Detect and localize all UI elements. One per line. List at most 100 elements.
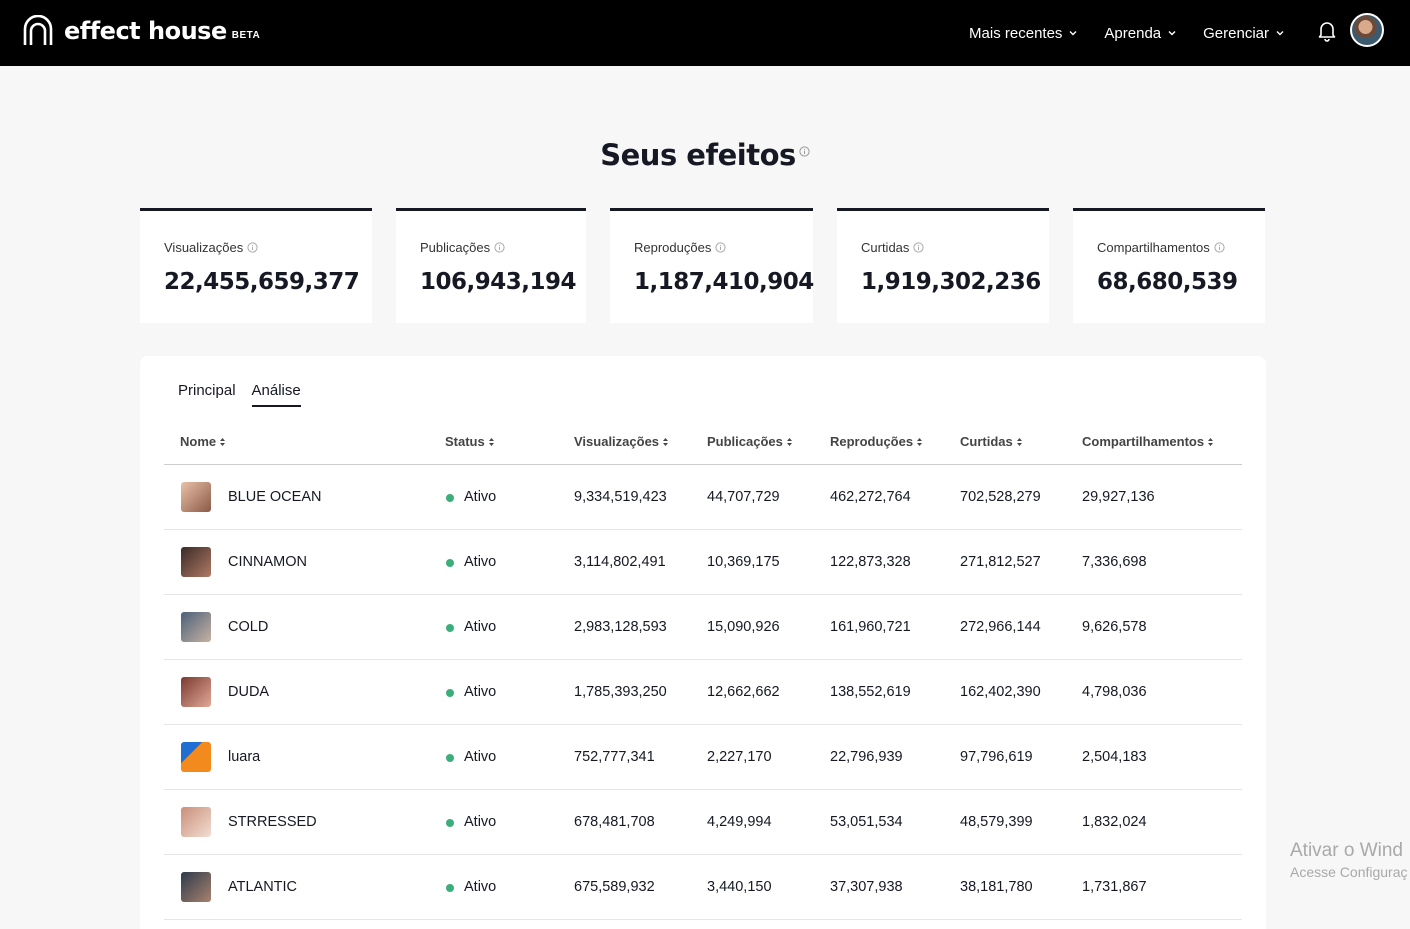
nav-label: Gerenciar bbox=[1203, 24, 1269, 42]
stat-label-row: Visualizações bbox=[164, 240, 258, 255]
shares-cell: 29,927,136 bbox=[1082, 489, 1155, 505]
status-text: Ativo bbox=[464, 814, 497, 830]
column-header-curtidas[interactable]: Curtidas bbox=[960, 434, 1023, 449]
sort-icon bbox=[1016, 437, 1022, 446]
column-header-publicacoes[interactable]: Publicações bbox=[707, 434, 793, 449]
bell-icon[interactable] bbox=[1317, 20, 1337, 42]
shares-cell: 1,731,867 bbox=[1082, 879, 1147, 895]
column-header-reproducoes[interactable]: Reproduções bbox=[830, 434, 923, 449]
likes-cell: 38,181,780 bbox=[960, 879, 1033, 895]
column-label: Visualizações bbox=[574, 434, 660, 449]
likes-cell: 48,579,399 bbox=[960, 814, 1033, 830]
shares-cell: 9,626,578 bbox=[1082, 619, 1147, 635]
stat-card-compartilhamentos: Compartilhamentos 68,680,539 bbox=[1073, 208, 1265, 323]
chevron-down-icon bbox=[1168, 31, 1176, 36]
column-label: Publicações bbox=[707, 434, 783, 449]
tab-principal[interactable]: Principal bbox=[178, 382, 236, 407]
table-row[interactable]: ATLANTIC Ativo 675,589,932 3,440,150 37,… bbox=[164, 855, 1242, 920]
logo-arch-icon bbox=[23, 15, 53, 45]
info-icon[interactable] bbox=[247, 242, 258, 253]
stat-value: 68,680,539 bbox=[1097, 269, 1238, 295]
table-row[interactable]: luara Ativo 752,777,341 2,227,170 22,796… bbox=[164, 725, 1242, 790]
stat-value: 22,455,659,377 bbox=[164, 269, 360, 295]
status-dot bbox=[446, 689, 454, 697]
tab-analise[interactable]: Análise bbox=[251, 382, 301, 407]
likes-cell: 162,402,390 bbox=[960, 684, 1041, 700]
column-header-status[interactable]: Status bbox=[445, 434, 495, 449]
status-dot bbox=[446, 624, 454, 632]
plays-cell: 22,796,939 bbox=[830, 749, 903, 765]
column-header-nome[interactable]: Nome bbox=[180, 434, 226, 449]
status-dot bbox=[446, 494, 454, 502]
watermark-line2: Acesse Configuraç bbox=[1290, 864, 1408, 880]
table-row[interactable]: DUDA Ativo 1,785,393,250 12,662,662 138,… bbox=[164, 660, 1242, 725]
status-text: Ativo bbox=[464, 879, 497, 895]
likes-cell: 271,812,527 bbox=[960, 554, 1041, 570]
logo[interactable]: effect house BETA bbox=[22, 15, 260, 47]
stat-label: Compartilhamentos bbox=[1097, 240, 1210, 255]
info-icon[interactable] bbox=[494, 242, 505, 253]
likes-cell: 97,796,619 bbox=[960, 749, 1033, 765]
effect-name: STRRESSED bbox=[228, 814, 317, 830]
views-cell: 3,114,802,491 bbox=[574, 554, 666, 570]
shares-cell: 4,798,036 bbox=[1082, 684, 1147, 700]
status-text: Ativo bbox=[464, 554, 497, 570]
table-row[interactable]: COLD Ativo 2,983,128,593 15,090,926 161,… bbox=[164, 595, 1242, 660]
stat-label-row: Curtidas bbox=[861, 240, 925, 255]
likes-cell: 702,528,279 bbox=[960, 489, 1041, 505]
status-text: Ativo bbox=[464, 619, 497, 635]
column-header-compartilhamentos[interactable]: Compartilhamentos bbox=[1082, 434, 1214, 449]
top-bar: effect house BETA Mais recentes Aprenda … bbox=[0, 0, 1410, 66]
status-dot bbox=[446, 884, 454, 892]
views-cell: 9,334,519,423 bbox=[574, 489, 667, 505]
stat-card-reproducoes: Reproduções 1,187,410,904 bbox=[610, 208, 814, 323]
sort-icon bbox=[663, 437, 669, 446]
effect-name: CINNAMON bbox=[228, 554, 307, 570]
nav-gerenciar[interactable]: Gerenciar bbox=[1203, 25, 1285, 42]
effects-table-panel: Principal Análise Nome Status Visualizaç… bbox=[140, 356, 1266, 929]
chevron-down-icon bbox=[1069, 31, 1077, 36]
table-row[interactable]: STRRESSED Ativo 678,481,708 4,249,994 53… bbox=[164, 790, 1242, 855]
views-cell: 2,983,128,593 bbox=[574, 619, 667, 635]
table-row[interactable]: CINNAMON Ativo 3,114,802,491 10,369,175 … bbox=[164, 530, 1242, 595]
info-icon[interactable] bbox=[1214, 242, 1225, 253]
beta-badge: BETA bbox=[231, 30, 261, 41]
stat-label: Reproduções bbox=[634, 240, 712, 255]
plays-cell: 37,307,938 bbox=[830, 879, 903, 895]
sort-icon bbox=[488, 437, 494, 446]
views-cell: 678,481,708 bbox=[574, 814, 655, 830]
sort-icon bbox=[1208, 437, 1214, 446]
page-title-text: Seus efeitos bbox=[600, 138, 796, 172]
user-avatar[interactable] bbox=[1350, 13, 1384, 47]
nav-mais-recentes[interactable]: Mais recentes bbox=[969, 25, 1078, 42]
stat-label: Publicações bbox=[420, 240, 491, 255]
tab-bar: Principal Análise bbox=[178, 382, 301, 407]
table-row[interactable]: BLUE OCEAN Ativo 9,334,519,423 44,707,72… bbox=[164, 465, 1242, 530]
nav-aprenda[interactable]: Aprenda bbox=[1104, 25, 1177, 42]
posts-cell: 44,707,729 bbox=[707, 489, 780, 505]
activation-watermark: Ativar o Wind Acesse Configuraç bbox=[1290, 840, 1408, 880]
effect-thumbnail bbox=[181, 547, 211, 577]
effect-thumbnail bbox=[181, 612, 211, 642]
info-icon[interactable] bbox=[913, 242, 925, 253]
status-dot bbox=[446, 754, 454, 762]
info-icon[interactable] bbox=[799, 146, 810, 157]
sort-icon bbox=[220, 437, 226, 446]
plays-cell: 161,960,721 bbox=[830, 619, 911, 635]
effect-name: ATLANTIC bbox=[228, 879, 298, 895]
column-header-visualizacoes[interactable]: Visualizações bbox=[574, 434, 669, 449]
shares-cell: 2,504,183 bbox=[1082, 749, 1147, 765]
stat-label-row: Publicações bbox=[420, 240, 505, 255]
plays-cell: 122,873,328 bbox=[830, 554, 911, 570]
stat-value: 1,187,410,904 bbox=[634, 269, 814, 295]
table-header: Nome Status Visualizações Publicações Re… bbox=[164, 432, 1242, 465]
effect-name: BLUE OCEAN bbox=[228, 489, 322, 505]
posts-cell: 4,249,994 bbox=[707, 814, 772, 830]
shares-cell: 1,832,024 bbox=[1082, 814, 1147, 830]
info-icon[interactable] bbox=[715, 242, 726, 253]
plays-cell: 138,552,619 bbox=[830, 684, 911, 700]
effect-thumbnail bbox=[181, 872, 211, 902]
effect-thumbnail bbox=[181, 807, 211, 837]
stat-value: 1,919,302,236 bbox=[861, 269, 1041, 295]
main-nav: Mais recentes Aprenda Gerenciar bbox=[969, 0, 1285, 66]
